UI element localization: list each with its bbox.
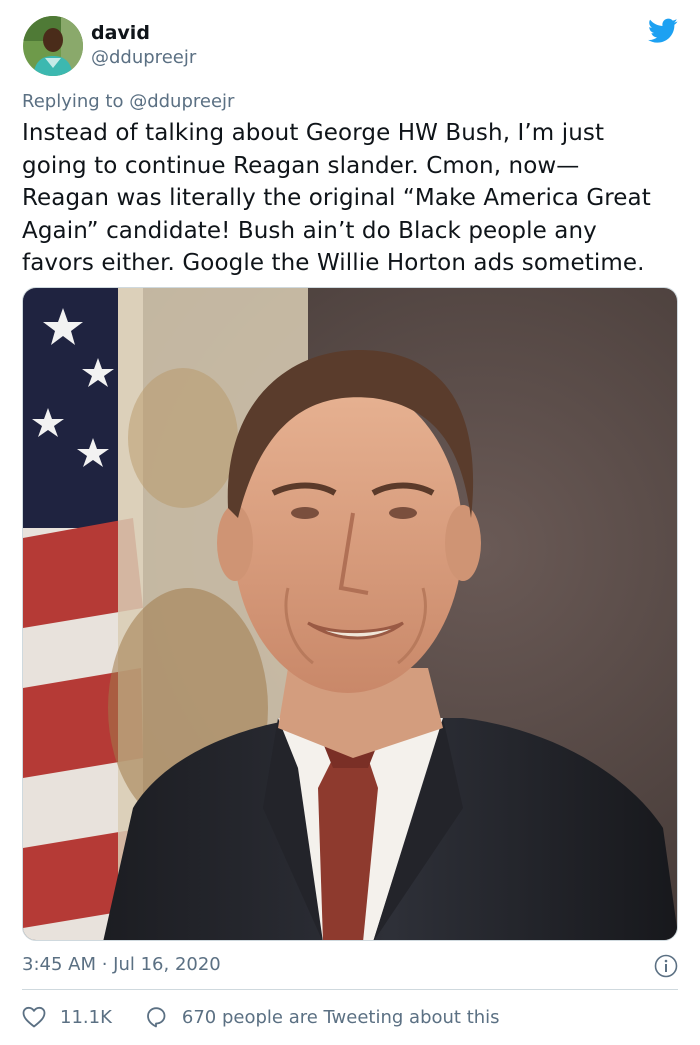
info-icon[interactable] — [654, 954, 678, 978]
tweet-card: david @ddupreejr Replying to @ddupreejr … — [0, 0, 700, 1045]
conversation-link[interactable]: 670 people are Tweeting about this — [144, 1006, 500, 1028]
tweet-photo[interactable] — [22, 287, 678, 941]
twitter-bird-icon[interactable] — [648, 18, 678, 44]
like-count: 11.1K — [60, 1006, 112, 1028]
tweet-actions: 11.1K 670 people are Tweeting about this — [22, 1004, 532, 1030]
conversation-count-label: 670 people are Tweeting about this — [181, 1006, 500, 1028]
tweet-timestamp[interactable]: 3:45 AM · Jul 16, 2020 — [22, 953, 221, 977]
author-display-name[interactable]: david — [91, 22, 150, 44]
reply-bubble-icon — [146, 1007, 166, 1028]
avatar[interactable] — [23, 16, 83, 76]
replying-to-context[interactable]: Replying to @ddupreejr — [22, 90, 234, 114]
divider — [22, 989, 678, 990]
tweet-text: Instead of talking about George HW Bush,… — [22, 120, 651, 276]
author-handle[interactable]: @ddupreejr — [91, 47, 196, 69]
heart-icon — [22, 1006, 46, 1028]
like-button[interactable]: 11.1K — [22, 1006, 112, 1028]
